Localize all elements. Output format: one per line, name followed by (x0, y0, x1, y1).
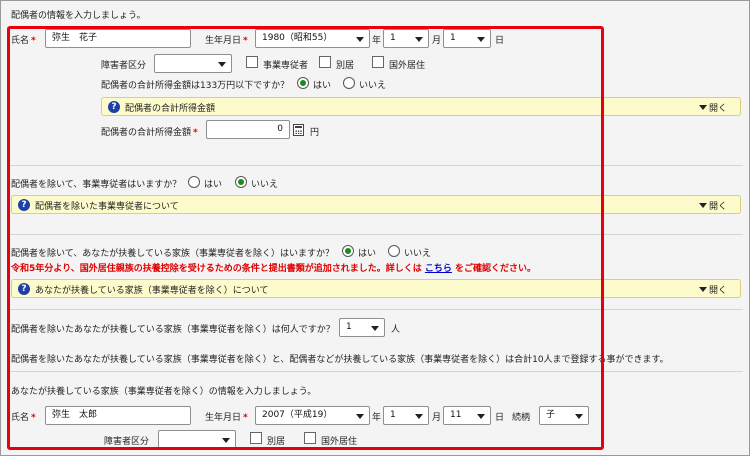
spouse-birth-year-value: 1980（昭和55） (262, 33, 333, 43)
business-worker-yes-radio[interactable] (188, 176, 200, 188)
business-worker-no-label: いいえ (251, 180, 279, 190)
triangle-down-icon (699, 287, 707, 292)
business-worker-no-radio[interactable] (235, 176, 247, 188)
business-worker-open-label: 開く (708, 202, 727, 212)
dependents-count-question: 配偶者を除いたあなたが扶養している家族（事業専従者を除く）は何人ですか？ (11, 325, 335, 335)
spouse-name-input[interactable]: 弥生 花子 (45, 29, 191, 48)
dependents-no-radio[interactable] (388, 245, 400, 257)
section-divider (7, 165, 743, 166)
day-suffix: 日 (495, 413, 505, 423)
chevron-down-icon (415, 414, 423, 419)
spouse-birth-day-value: 1 (450, 33, 456, 43)
spouse-income-no-radio[interactable] (343, 77, 355, 89)
form-frame: 配偶者の情報を入力しましょう。 氏名 * 弥生 花子 生年月日 * 1980（昭和5… (0, 0, 750, 456)
spouse-income-amount-input[interactable]: 0 (206, 120, 290, 139)
spouse-income-yes-radio[interactable] (297, 77, 309, 89)
relation-select[interactable]: 子 (539, 406, 589, 425)
month-suffix: 月 (432, 36, 442, 46)
chevron-down-icon (356, 37, 364, 42)
chevron-down-icon (477, 37, 485, 42)
chevron-down-icon (218, 62, 226, 67)
dependents-yes-radio[interactable] (342, 245, 354, 257)
year-suffix: 年 (372, 36, 382, 46)
chevron-down-icon (575, 414, 583, 419)
spouse-income-question: 配偶者の合計所得金額は133万円以下ですか？ (101, 81, 290, 91)
spouse-birth-year-select[interactable]: 1980（昭和55） (255, 29, 370, 48)
spouse-income-open-label: 開く (708, 104, 727, 114)
section-divider (7, 234, 743, 235)
yen-label: 円 (310, 128, 320, 138)
chevron-down-icon (415, 37, 423, 42)
spouse-income-amount-label: 配偶者の合計所得金額 * (101, 128, 198, 138)
spouse-income-no-label: いいえ (359, 81, 387, 91)
dependent-dob-label: 生年月日 * (205, 413, 248, 423)
dependent-separate-label: 別居 (267, 437, 286, 447)
spouse-intro-text: 配偶者の情報を入力しましょう。 (11, 11, 146, 21)
chevron-down-icon (477, 414, 485, 419)
spouse-income-accordion[interactable]: ? 配偶者の合計所得金額 開く (101, 97, 741, 116)
dependent-birth-month-select[interactable]: 1 (383, 406, 429, 425)
business-worker-question: 配偶者を除いて、事業専従者はいますか？ (11, 180, 182, 190)
triangle-down-icon (699, 105, 707, 110)
dependents-count-unit: 人 (391, 325, 401, 335)
dependent-separate-checkbox[interactable] (250, 432, 262, 444)
spouse-separate-checkbox[interactable] (319, 56, 331, 68)
notice-link[interactable]: こちら (425, 264, 452, 274)
section-divider (7, 371, 743, 372)
dependents-count-value: 1 (346, 322, 352, 332)
dependents-limit-text: 配偶者を除いたあなたが扶養している家族（事業専従者を除く）と、配偶者などが扶養し… (11, 355, 669, 365)
help-icon: ? (18, 283, 30, 295)
spouse-dob-label: 生年月日 * (205, 36, 248, 46)
dependent-overseas-label: 国外居住 (321, 437, 358, 447)
business-worker-accordion[interactable]: ? 配偶者を除いた事業専従者について 開く (11, 195, 741, 214)
spouse-separate-label: 別居 (336, 61, 355, 71)
dependents-no-label: いいえ (404, 249, 432, 259)
dependent-overseas-checkbox[interactable] (304, 432, 316, 444)
dependent-disability-label: 障害者区分 (104, 437, 150, 447)
section-divider (7, 309, 743, 310)
relation-value: 子 (546, 410, 556, 420)
dependents-accordion[interactable]: ? あなたが扶養している家族（事業専従者を除く）について 開く (11, 279, 741, 298)
spouse-income-yes-label: はい (313, 81, 332, 91)
chevron-down-icon (371, 326, 379, 331)
dependents-open-label: 開く (708, 286, 727, 296)
help-icon: ? (108, 101, 120, 113)
year-suffix: 年 (372, 413, 382, 423)
month-suffix: 月 (432, 413, 442, 423)
chevron-down-icon (222, 438, 230, 443)
triangle-down-icon (699, 203, 707, 208)
dependent-birth-day-value: 11 (450, 410, 462, 420)
spouse-name-label: 氏名 * (11, 36, 36, 46)
business-worker-accordion-title: 配偶者を除いた事業専従者について (35, 202, 179, 212)
business-worker-yes-label: はい (204, 180, 223, 190)
calculator-icon[interactable] (293, 124, 304, 136)
day-suffix: 日 (495, 36, 505, 46)
overseas-dependents-notice: 令和5年分より、国外居住親族の扶養控除を受けるための条件と提出書類が追加されまし… (11, 264, 537, 274)
spouse-overseas-checkbox[interactable] (372, 56, 384, 68)
dependents-yes-label: はい (358, 249, 377, 259)
spouse-birth-day-select[interactable]: 1 (443, 29, 491, 48)
spouse-disability-label: 障害者区分 (101, 61, 147, 71)
dependent-birth-year-value: 2007（平成19） (262, 410, 333, 420)
help-icon: ? (18, 199, 30, 211)
dependents-count-select[interactable]: 1 (339, 318, 385, 337)
dependent-disability-select[interactable] (158, 430, 236, 449)
dependent-birth-day-select[interactable]: 11 (443, 406, 491, 425)
dependents-question: 配偶者を除いて、あなたが扶養している家族（事業専従者を除く）はいますか？ (11, 249, 335, 259)
spouse-overseas-label: 国外居住 (389, 61, 426, 71)
dependent-name-label: 氏名 * (11, 413, 36, 423)
dependent-birth-year-select[interactable]: 2007（平成19） (255, 406, 370, 425)
dependent-name-input[interactable]: 弥生 太郎 (45, 406, 191, 425)
relation-label: 続柄 (512, 413, 531, 423)
spouse-disability-select[interactable] (154, 54, 232, 73)
dependents-info-intro: あなたが扶養している家族（事業専従者を除く）の情報を入力しましょう。 (11, 387, 317, 397)
business-worker-label: 事業専従者 (263, 61, 309, 71)
dependents-accordion-title: あなたが扶養している家族（事業専従者を除く）について (35, 286, 269, 296)
spouse-birth-month-select[interactable]: 1 (383, 29, 429, 48)
chevron-down-icon (356, 414, 364, 419)
business-worker-checkbox[interactable] (246, 56, 258, 68)
spouse-birth-month-value: 1 (390, 33, 396, 43)
spouse-income-accordion-title: 配偶者の合計所得金額 (125, 104, 216, 114)
dependent-birth-month-value: 1 (390, 410, 396, 420)
